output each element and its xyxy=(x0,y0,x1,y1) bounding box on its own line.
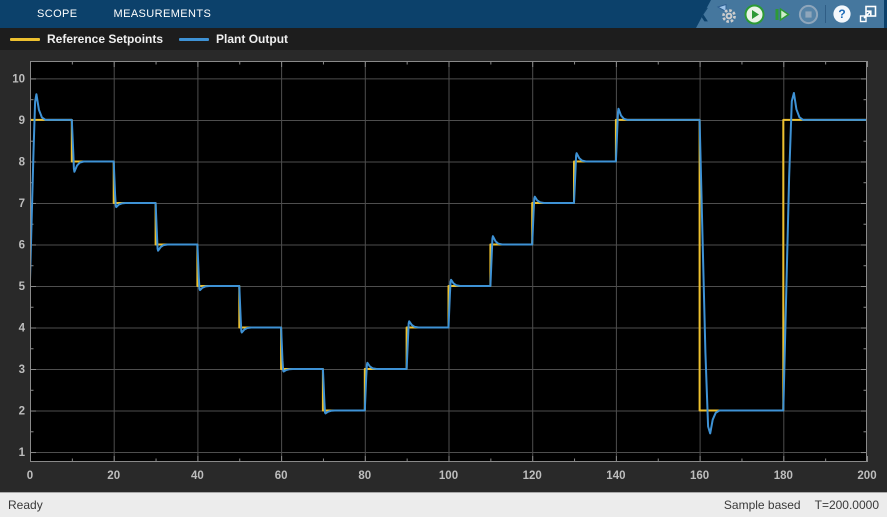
simulation-settings-button[interactable] xyxy=(716,2,738,26)
plot-area[interactable]: 0 20 40 60 80 100 120 140 160 180 200 1 2 3 4 5 6 7 8 9 10 xyxy=(0,50,887,492)
svg-text:6: 6 xyxy=(19,239,25,251)
svg-text:3: 3 xyxy=(19,364,25,376)
svg-text:5: 5 xyxy=(19,281,26,293)
tab-measurements[interactable]: MEASUREMENTS xyxy=(96,0,230,28)
legend-label: Reference Setpoints xyxy=(47,32,163,46)
legend-label: Plant Output xyxy=(216,32,288,46)
svg-text:1: 1 xyxy=(19,447,26,459)
undock-icon xyxy=(858,4,878,24)
run-button[interactable] xyxy=(744,2,765,26)
status-bar: Ready Sample based T=200.0000 xyxy=(0,492,887,517)
svg-text:20: 20 xyxy=(107,470,120,482)
step-forward-button[interactable] xyxy=(771,2,792,26)
svg-text:0: 0 xyxy=(27,470,33,482)
svg-text:180: 180 xyxy=(774,470,793,482)
toolbar-separator xyxy=(825,5,826,23)
svg-text:40: 40 xyxy=(191,470,204,482)
svg-text:4: 4 xyxy=(19,323,26,335)
svg-text:?: ? xyxy=(838,7,845,21)
legend-bar: Reference Setpoints Plant Output xyxy=(0,28,887,50)
sample-mode-text: Sample based xyxy=(724,498,801,512)
svg-text:80: 80 xyxy=(358,470,371,482)
stop-icon xyxy=(798,4,819,25)
plant-output-line-swatch xyxy=(179,38,209,41)
undock-button[interactable] xyxy=(858,2,878,26)
svg-text:100: 100 xyxy=(439,470,458,482)
svg-text:9: 9 xyxy=(19,115,25,127)
legend-item-reference-setpoints[interactable]: Reference Setpoints xyxy=(10,32,163,46)
svg-text:8: 8 xyxy=(19,156,26,168)
stop-button[interactable] xyxy=(798,2,819,26)
svg-text:10: 10 xyxy=(12,73,25,85)
gear-with-flag-icon xyxy=(716,3,738,25)
toolbar: ❮ xyxy=(696,0,884,28)
svg-text:7: 7 xyxy=(19,198,25,210)
question-icon: ? xyxy=(832,4,852,24)
svg-text:140: 140 xyxy=(606,470,625,482)
reference-setpoints-line-swatch xyxy=(10,38,40,41)
svg-text:200: 200 xyxy=(857,470,876,482)
status-text: Ready xyxy=(8,498,43,512)
svg-text:60: 60 xyxy=(275,470,288,482)
play-icon xyxy=(744,4,765,25)
tab-bar: SCOPE MEASUREMENTS ❮ xyxy=(0,0,887,28)
scope-plot-svg[interactable]: 0 20 40 60 80 100 120 140 160 180 200 1 2 3 4 5 6 7 8 9 10 xyxy=(0,50,887,492)
legend-item-plant-output[interactable]: Plant Output xyxy=(179,32,288,46)
scope-window: SCOPE MEASUREMENTS ❮ xyxy=(0,0,887,517)
svg-text:120: 120 xyxy=(523,470,542,482)
svg-text:2: 2 xyxy=(19,406,25,418)
svg-text:160: 160 xyxy=(690,470,709,482)
help-button[interactable]: ? xyxy=(832,2,852,26)
step-forward-icon xyxy=(771,4,792,25)
collapse-toolstrip-icon[interactable]: ❮ xyxy=(698,0,710,28)
tab-scope[interactable]: SCOPE xyxy=(19,0,96,28)
simulation-time-text: T=200.0000 xyxy=(815,498,879,512)
